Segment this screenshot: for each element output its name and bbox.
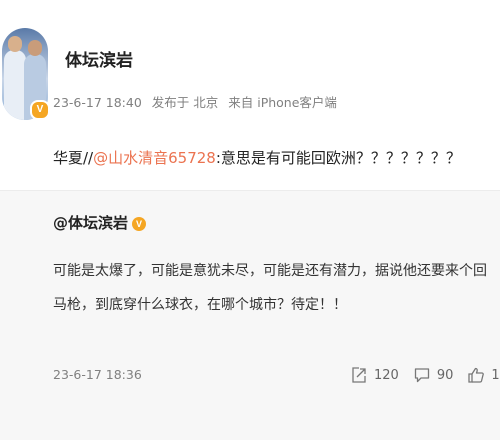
- thumbs-up-icon: [468, 367, 485, 383]
- weibo-post: V 体坛滨岩 23-6-17 18:40 发布于 北京 来自 iPhone客户端…: [0, 0, 500, 190]
- comment-button[interactable]: 90: [413, 366, 454, 384]
- reply-timestamp[interactable]: 23-6-17 18:36: [53, 367, 142, 382]
- avatar-figure-head: [8, 36, 22, 52]
- post-author-name[interactable]: 体坛滨岩: [65, 46, 133, 71]
- like-count: 199: [491, 367, 500, 383]
- post-meta: 23-6-17 18:40 发布于 北京 来自 iPhone客户端: [53, 92, 343, 111]
- post-content: 华夏//@山水清音65728:意思是有可能回欧洲？？？？？？？: [53, 147, 461, 168]
- post-timestamp[interactable]: 23-6-17 18:40: [53, 95, 142, 110]
- share-icon: [352, 367, 366, 383]
- comment-count: 90: [436, 367, 454, 383]
- verified-badge-icon: V: [30, 100, 50, 120]
- reply-actions: 120 90 199: [350, 363, 500, 387]
- reply-text: 可能是太爆了，可能是意犹未尽，可能是还有潜力，据说他还要来个回马枪，到底穿什么球…: [53, 263, 487, 313]
- repost-count: 120: [374, 367, 399, 383]
- reply-author-link[interactable]: @体坛滨岩: [53, 214, 128, 232]
- post-content-text: :意思是有可能回欧洲？？？？？？？: [215, 149, 461, 167]
- avatar-figure-head: [28, 40, 42, 56]
- post-source: 来自 iPhone客户端: [228, 95, 337, 110]
- avatar-figure: [4, 50, 26, 120]
- repost-button[interactable]: 120: [350, 366, 399, 384]
- post-content-prefix: 华夏//: [53, 149, 94, 167]
- like-button[interactable]: 199: [467, 366, 500, 384]
- reply-card: @体坛滨岩 V 可能是太爆了，可能是意犹未尽，可能是还有潜力，据说他还要来个回马枪…: [0, 191, 500, 440]
- verified-badge-icon: V: [132, 217, 147, 231]
- post-location: 发布于 北京: [151, 95, 219, 110]
- comment-icon: [414, 368, 429, 383]
- user-mention-link[interactable]: @山水清音65728: [93, 149, 216, 167]
- reply-author: @体坛滨岩 V: [53, 212, 147, 233]
